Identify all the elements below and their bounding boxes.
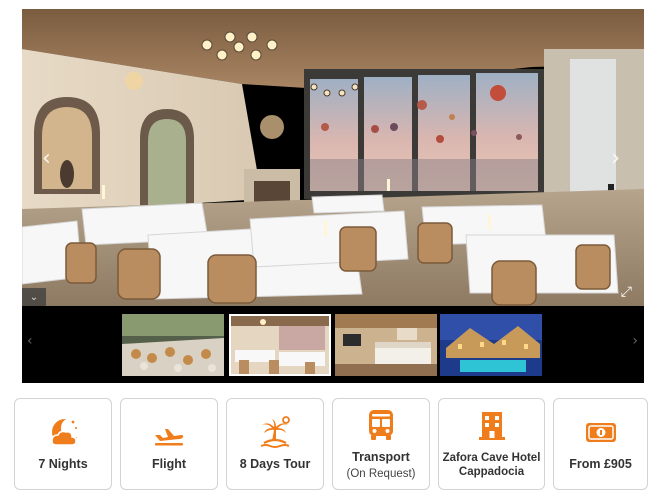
feature-card-price: From £905: [553, 398, 648, 490]
thumbnail-hotel-night-pool[interactable]: [440, 314, 542, 376]
thumbnail-restaurant[interactable]: [229, 314, 331, 376]
feature-label: 7 Nights: [38, 457, 88, 472]
feature-label: 8 Days Tour: [239, 457, 311, 472]
next-image-arrow[interactable]: ›: [611, 148, 620, 170]
feature-card-nights: 7 Nights: [14, 398, 112, 490]
fullscreen-button[interactable]: ⤢: [621, 284, 632, 300]
thumbnail-next-arrow[interactable]: ›: [632, 333, 638, 349]
feature-card-tour: 8 Days Tour: [226, 398, 324, 490]
feature-label: Transport: [352, 449, 410, 464]
feature-sublabel: (On Request): [346, 468, 416, 481]
bus-icon: [364, 408, 398, 442]
feature-card-hotel: Zafora Cave Hotel Cappadocia: [438, 398, 545, 490]
collapse-gallery-button[interactable]: ⌄: [22, 288, 46, 306]
plane-icon: [152, 415, 186, 449]
money-icon: [584, 415, 618, 449]
main-gallery-image[interactable]: ‹ › ⌄ ⤢: [22, 9, 644, 306]
feature-label: From £905: [569, 457, 632, 472]
image-gallery: ‹ › ⌄ ⤢ ‹ ›: [22, 9, 644, 383]
thumbnail-buffet[interactable]: [122, 314, 224, 376]
package-features: 7 Nights Flight 8 Days Tour Transport (O…: [14, 398, 648, 490]
feature-card-flight: Flight: [120, 398, 218, 490]
feature-label: Zafora Cave Hotel Cappadocia: [442, 451, 541, 478]
thumbnail-prev-arrow[interactable]: ‹: [27, 333, 33, 349]
island-icon: [258, 415, 292, 449]
feature-label: Flight: [151, 457, 186, 472]
feature-card-transport: Transport (On Request): [332, 398, 430, 490]
hotel-icon: [475, 409, 509, 443]
previous-image-arrow[interactable]: ‹: [42, 148, 51, 170]
moon-icon: [46, 415, 80, 449]
thumbnail-strip: ‹ ›: [22, 306, 644, 383]
thumbnail-bedroom[interactable]: [335, 314, 437, 376]
